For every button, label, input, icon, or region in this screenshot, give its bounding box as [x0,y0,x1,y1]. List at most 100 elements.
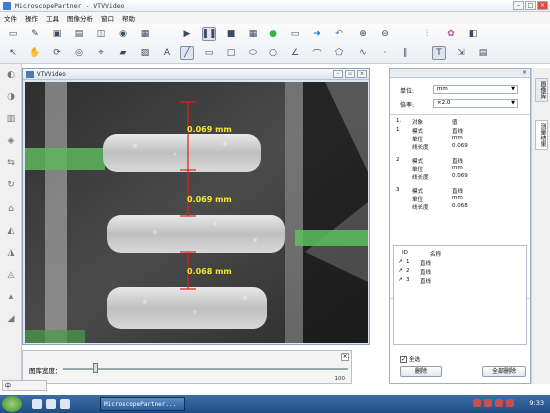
rect-tool-icon[interactable]: ▭ [202,46,216,60]
window-icon[interactable]: ▭ [288,27,302,41]
video-window-title-bar: VTVVideo – ▫ × [23,69,369,80]
line-tool-icon[interactable]: ╱ [180,46,194,60]
menu-tools[interactable]: 工具 [42,13,63,23]
select-all-checkbox[interactable]: ✓ 全选 [400,355,420,363]
menu-image-analysis[interactable]: 图像分析 [63,13,97,23]
panel-close-icon[interactable]: × [341,353,349,361]
brightness-icon[interactable]: ◐ [4,68,18,82]
video-close-button[interactable]: × [357,70,367,78]
tray-icon[interactable] [506,399,514,407]
text-tool-icon[interactable]: A [160,46,174,60]
color-icon[interactable]: ✿ [444,27,458,41]
calibrate-icon[interactable]: ⫶ [420,27,434,41]
tab-measurement-results[interactable]: 测量结果 [535,120,548,150]
sharpen-icon[interactable]: ◈ [4,134,18,148]
panel-close-icon[interactable]: × [521,70,528,77]
start-button[interactable] [2,396,22,412]
delete-all-button[interactable]: 全部删除 [482,366,526,377]
magnification-select[interactable]: ×2.0 ▼ [433,99,518,108]
language-bar[interactable]: 中 [2,380,47,391]
ime-icon: 中 [5,383,12,390]
color-balance-icon[interactable]: ◬ [4,268,18,282]
show-desktop-icon[interactable] [32,399,42,409]
menu-bar: 文件 操作 工具 图像分析 窗口 帮助 [0,12,550,24]
layers-icon[interactable]: ◧ [466,27,480,41]
zoom-out-icon[interactable]: ⊖ [378,27,392,41]
close-button[interactable]: × [537,1,548,10]
zoom-in-icon[interactable]: ⊕ [356,27,370,41]
capture-icon[interactable]: ▣ [50,27,64,41]
point-tool-icon[interactable]: · [378,46,392,60]
menu-window[interactable]: 窗口 [97,13,118,23]
measurement-key: 单位 [412,167,424,173]
new-icon[interactable]: ▭ [6,27,20,41]
undo-icon[interactable]: ↶ [332,27,346,41]
polygon-tool-icon[interactable]: ⬠ [332,46,346,60]
list-item[interactable]: ↗ 2 直线 [398,268,518,276]
taskbar-app-button[interactable]: MicroscopePartner... [100,397,185,411]
export-icon[interactable]: ⇲ [454,46,468,60]
gray-icon[interactable]: ◮ [4,246,18,260]
maximize-button[interactable]: □ [525,1,536,10]
pause-icon[interactable]: ❚❚ [201,27,217,41]
print-icon[interactable]: ▤ [72,27,86,41]
grid-icon[interactable]: ▦ [246,27,260,41]
table-icon[interactable]: ▤ [476,46,490,60]
play-icon[interactable]: ▶ [180,27,194,41]
select-icon[interactable]: ↖ [6,46,20,60]
menu-operate[interactable]: 操作 [21,13,42,23]
line-item-icon: ↗ [398,268,403,274]
explorer-icon[interactable] [60,399,70,409]
unit-select[interactable]: mm ▼ [433,85,518,94]
toolbar: ▭ ✎ ▣ ▤ ◫ ◉ ▦ ▶ ❚❚ ■ ▦ ● ▭ ➜ ↶ ⊕ ⊖ ⫶ ✿ ◧… [0,24,550,64]
eraser-icon[interactable]: ▰ [116,46,130,60]
square-tool-icon[interactable]: □ [224,46,238,60]
tray-icon[interactable] [484,399,492,407]
tab-gallery[interactable]: 图像库 [535,78,548,102]
tray-icon[interactable] [495,399,503,407]
microscope-image[interactable]: 0.069 mm 0.069 mm 0.068 mm [25,82,368,343]
ellipse-tool-icon[interactable]: ⬭ [246,46,260,60]
image-icon[interactable]: ▨ [138,46,152,60]
rotate-image-icon[interactable]: ↻ [4,178,18,192]
forward-icon[interactable]: ➜ [310,27,324,41]
tray-icon[interactable] [473,399,481,407]
stop-icon[interactable]: ■ [224,27,238,41]
edge-icon[interactable]: ◭ [4,224,18,238]
header-index: 1. [396,118,402,124]
rotate-icon[interactable]: ⟳ [50,46,64,60]
video-minimize-button[interactable]: – [333,70,343,78]
video-restore-button[interactable]: ▫ [345,70,355,78]
levels-icon[interactable]: ◢ [4,312,18,326]
pick-icon[interactable]: ⌖ [94,46,108,60]
angle-tool-icon[interactable]: ∠ [288,46,302,60]
filter-icon[interactable]: ▥ [4,112,18,126]
open-icon[interactable]: ✎ [28,27,42,41]
arc-tool-icon[interactable]: ⌒ [310,46,324,60]
target-icon[interactable]: ◎ [72,46,86,60]
menu-help[interactable]: 帮助 [118,13,139,23]
gallery-width-slider-track[interactable] [63,368,348,370]
save-icon[interactable]: ◫ [94,27,108,41]
menu-file[interactable]: 文件 [0,13,21,23]
curve-tool-icon[interactable]: ∿ [356,46,370,60]
live-icon[interactable]: ● [266,27,280,41]
blur-icon[interactable]: ⌂ [4,202,18,216]
parallel-tool-icon[interactable]: ∥ [398,46,412,60]
hand-icon[interactable]: ✋ [28,46,42,60]
circle-tool-icon[interactable]: ○ [266,46,280,60]
flip-icon[interactable]: ⇆ [4,156,18,170]
minimize-button[interactable]: – [513,1,524,10]
app-icon [3,1,11,10]
gallery-width-slider-thumb[interactable] [93,363,98,373]
list-item[interactable]: ↗ 1 直线 [398,259,518,267]
camera-icon[interactable]: ◉ [116,27,130,41]
gallery-width-panel: × 图库宽度： 100 [22,350,352,384]
list-item[interactable]: ↗ 3 直线 [398,277,518,285]
contrast-icon[interactable]: ◑ [4,90,18,104]
browser-icon[interactable] [46,399,56,409]
delete-button[interactable]: 删除 [400,366,442,377]
histogram-icon[interactable]: ▴ [4,290,18,304]
text-icon[interactable]: T [432,46,446,60]
record-icon[interactable]: ▦ [138,27,152,41]
